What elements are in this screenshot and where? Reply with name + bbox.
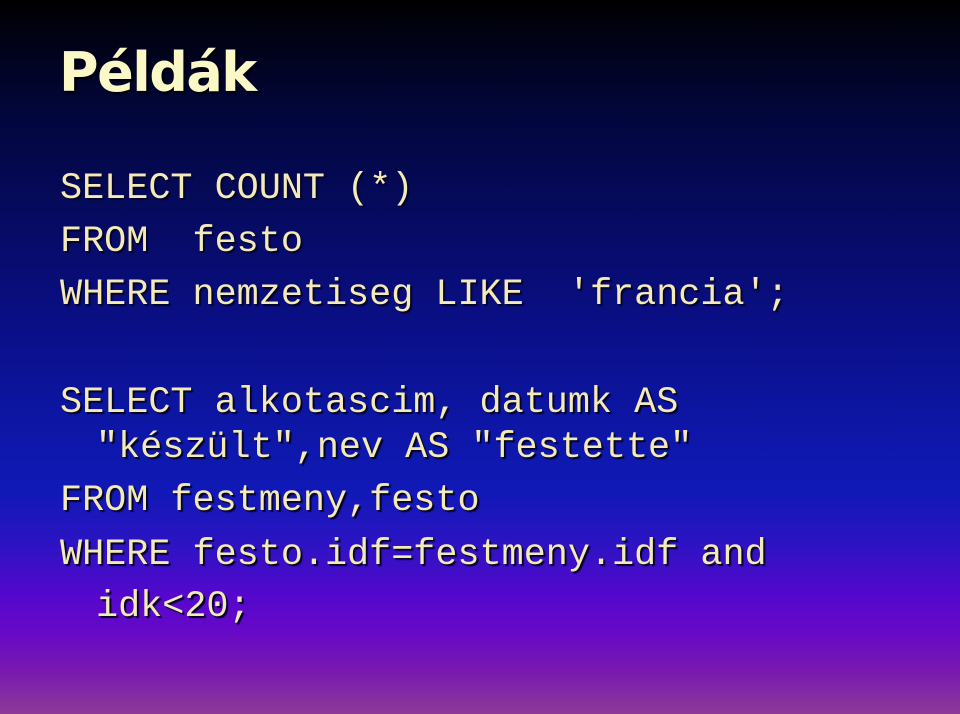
code-line: WHERE festo.idf=festmeny.idf and bbox=[60, 534, 767, 576]
code-line-continuation: "készült",nev AS "festette" bbox=[96, 427, 693, 469]
code-line: WHERE nemzetiseg LIKE 'francia'; bbox=[60, 274, 789, 316]
code-line: SELECT alkotascim, datumk AS bbox=[60, 382, 679, 424]
slide-title: Példák bbox=[59, 41, 257, 104]
code-line-continuation: idk<20; bbox=[96, 586, 251, 628]
code-line: FROM festo bbox=[60, 221, 303, 263]
code-line: FROM festmeny,festo bbox=[60, 480, 480, 522]
code-line: SELECT COUNT (*) bbox=[60, 168, 414, 210]
